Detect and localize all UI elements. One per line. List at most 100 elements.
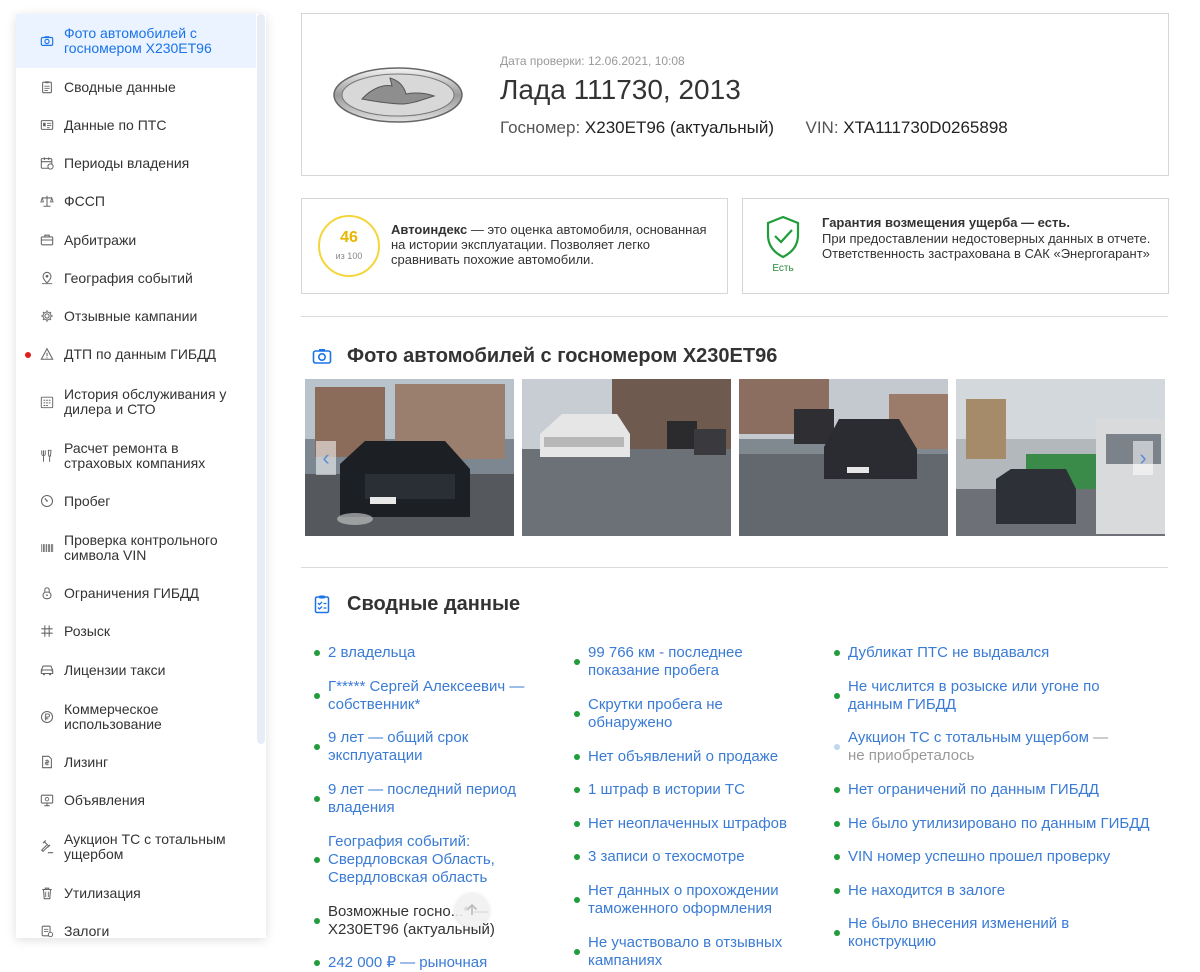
sidebar-item-label: Лизинг	[64, 754, 109, 770]
autoindex-description: Автоиндекс — это оценка автомобиля, осно…	[391, 222, 721, 267]
divider	[301, 567, 1168, 568]
scroll-to-top-button[interactable]	[455, 893, 489, 927]
summary-item[interactable]: Возможные госно...* — Х230ЕТ96 (актуальн…	[314, 903, 528, 939]
summary-item[interactable]: География событий: Свердловская Область,…	[314, 833, 508, 887]
sidebar-item-label: ФССП	[64, 193, 105, 209]
sidebar-item-repair-estimate[interactable]: Расчет ремонта в страховых компаниях	[16, 439, 256, 473]
summary-item[interactable]: Не находится в залоге	[834, 882, 1158, 900]
sidebar-item-recalls[interactable]: Отзывные кампании	[16, 307, 256, 327]
sidebar-item-label: Отзывные кампании	[64, 308, 198, 324]
sidebar-scrollbar[interactable]	[257, 14, 265, 744]
arrow-up-icon	[466, 903, 478, 915]
camera-icon	[40, 36, 54, 46]
summary-item[interactable]: Нет ограничений по данным ГИБДД	[834, 781, 1158, 799]
ruble-icon	[40, 710, 54, 724]
sidebar-item-label: Розыск	[64, 623, 110, 639]
sidebar-item-commercial[interactable]: Коммерческое использование	[16, 700, 256, 734]
sidebar-item-label: Объявления	[64, 792, 145, 808]
lock-icon	[42, 587, 52, 600]
briefcase-icon	[40, 234, 54, 246]
autoindex-score-circle: 46 из 100	[318, 215, 380, 277]
sidebar-item-pledges[interactable]: Залоги	[16, 922, 256, 938]
summary-item[interactable]: Нет данных о прохождении таможенного офо…	[574, 882, 798, 918]
sidebar-item-ownership[interactable]: Периоды владения	[16, 154, 256, 174]
sidebar-item-label: ДТП по данным ГИБДД	[64, 346, 217, 362]
summary-item[interactable]: 3 записи о техосмотре	[574, 848, 828, 866]
announcement-icon	[40, 794, 54, 807]
summary-item[interactable]: VIN номер успешно прошел проверку	[834, 848, 1158, 866]
shield-check-icon	[766, 215, 800, 259]
sidebar-item-label: Коммерческое использование	[64, 701, 162, 732]
alert-dot	[25, 352, 31, 358]
warning-icon	[40, 347, 54, 360]
summary-item[interactable]: Г***** Сергей Алексеевич — собственник*	[314, 678, 558, 714]
sidebar-item-ads[interactable]: Объявления	[16, 791, 256, 811]
summary-item[interactable]: 242 000 ₽ — рыночная	[314, 954, 528, 972]
carousel-prev-button[interactable]: ‹	[316, 441, 336, 475]
vehicle-photo[interactable]	[522, 379, 731, 536]
sidebar-item-label: Ограничения ГИБДД	[64, 585, 200, 601]
barcode-icon	[41, 544, 54, 552]
sidebar-item-mileage[interactable]: Пробег	[16, 492, 256, 512]
plate-label: Госномер:	[500, 118, 581, 137]
id-card-icon	[40, 120, 54, 130]
carousel-next-button[interactable]: ›	[1133, 441, 1153, 475]
summary-item[interactable]: 99 766 км - последнее показание пробега	[574, 644, 788, 680]
sidebar-nav: Фото автомобилей с госномером Х230ЕТ96 С…	[16, 14, 266, 938]
sidebar-item-label: История обслуживания у дилера и СТО	[64, 386, 227, 417]
sidebar-item-taxi[interactable]: Лицензии такси	[16, 661, 256, 681]
speedometer-icon	[40, 494, 54, 508]
divider	[301, 316, 1168, 317]
sidebar-item-label: Сводные данные	[64, 79, 176, 95]
guarantee-title: Гарантия возмещения ущерба — есть.	[822, 215, 1070, 230]
autoindex-score: 46	[340, 229, 358, 246]
sidebar-item-label: Фото автомобилей с госномером Х230ЕТ96	[64, 25, 212, 56]
taxi-icon	[40, 665, 54, 676]
summary-item[interactable]: 1 штраф в истории ТС	[574, 781, 828, 799]
summary-item[interactable]: Нет объявлений о продаже	[574, 748, 828, 766]
summary-item[interactable]: 9 лет — общий срок эксплуатации	[314, 729, 528, 765]
summary-item[interactable]: Нет неоплаченных штрафов	[574, 815, 828, 833]
sidebar-item-restrictions[interactable]: Ограничения ГИБДД	[16, 584, 256, 604]
vehicle-photo[interactable]	[739, 379, 948, 536]
summary-item[interactable]: Не числится в розыске или угоне по данны…	[834, 678, 1118, 714]
gear-icon	[41, 310, 53, 322]
sidebar-item-geography[interactable]: География событий	[16, 269, 256, 289]
sidebar-item-auction[interactable]: Аукцион ТС с тотальным ущербом	[16, 830, 256, 864]
sidebar-item-photos[interactable]: Фото автомобилей с госномером Х230ЕТ96	[16, 14, 256, 68]
map-pin-icon	[41, 271, 53, 285]
sidebar-item-fssp[interactable]: ФССП	[16, 192, 256, 212]
summary-item[interactable]: Не участвовало в отзывных кампаниях	[574, 934, 798, 970]
sidebar-item-service-history[interactable]: История обслуживания у дилера и СТО	[16, 385, 256, 419]
sidebar-item-accidents[interactable]: ДТП по данным ГИБДД	[16, 345, 256, 365]
summary-item[interactable]: Дубликат ПТС не выдавался	[834, 644, 1158, 662]
summary-section-title: Сводные данные	[347, 593, 521, 615]
camera-icon	[312, 349, 332, 364]
vin-value: XTA111730D0265898	[843, 118, 1008, 137]
summary-item[interactable]: Не было утилизировано по данным ГИБДД	[834, 815, 1178, 833]
sidebar-item-wanted[interactable]: Розыск	[16, 622, 256, 642]
sidebar-item-label: Проверка контрольного символа VIN	[64, 532, 218, 563]
sidebar-item-label: Утилизация	[64, 885, 141, 901]
sidebar-item-label: География событий	[64, 270, 193, 286]
car-title: Лада 111730, 2013	[500, 74, 741, 105]
summary-item[interactable]: Не было внесения изменений в конструкцию	[834, 915, 1088, 951]
summary-item[interactable]: Скрутки пробега не обнаружено	[574, 696, 788, 732]
guarantee-badge-label: Есть	[772, 263, 794, 274]
summary-item[interactable]: 9 лет — последний период владения	[314, 781, 528, 817]
sidebar-item-recycling[interactable]: Утилизация	[16, 884, 256, 904]
summary-item[interactable]: Аукцион ТС с тотальным ущербом — не прио…	[834, 729, 1128, 765]
sidebar-item-leasing[interactable]: Лизинг	[16, 753, 256, 773]
plate-value: Х230ЕТ96 (актуальный)	[584, 118, 775, 137]
scales-icon	[40, 195, 54, 207]
document-dollar-icon	[42, 755, 52, 769]
vehicle-header-card: Дата проверки: 12.06.2021, 10:08 Лада 11…	[301, 13, 1169, 176]
sidebar-item-summary[interactable]: Сводные данные	[16, 78, 256, 98]
sidebar-item-pts[interactable]: Данные по ПТС	[16, 116, 256, 136]
vehicle-photo[interactable]	[305, 379, 514, 536]
sidebar-item-label: Залоги	[64, 923, 110, 939]
sidebar-item-arbitration[interactable]: Арбитражи	[16, 231, 256, 251]
sidebar-item-vin-check[interactable]: Проверка контрольного символа VIN	[16, 531, 256, 565]
summary-item[interactable]: 2 владельца	[314, 644, 558, 662]
tools-icon	[41, 449, 52, 462]
